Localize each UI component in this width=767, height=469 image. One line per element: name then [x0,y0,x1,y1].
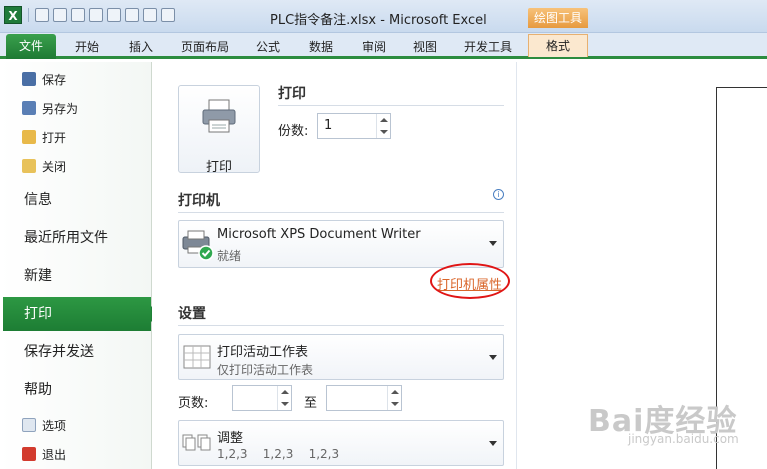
tab-insert[interactable]: 插入 [120,37,162,57]
redo-icon[interactable] [71,8,85,22]
select-objects-icon[interactable] [107,8,121,22]
printer-name: Microsoft XPS Document Writer [217,227,421,242]
open-label: 打开 [42,130,67,145]
pages-from-spin-arrows[interactable] [277,386,291,410]
pages-to-spinner[interactable] [326,385,402,411]
options-command[interactable]: 选项 [22,415,66,435]
print-settings-panel: 打印 打印 份数: 1 打印机 i Microsoft XPS Document… [152,62,517,469]
close-command[interactable]: 关闭 [22,156,66,176]
highlight-circle [430,263,510,299]
printer-icon [202,99,236,133]
nav-recent[interactable]: 最近所用文件 [3,221,149,255]
tab-data[interactable]: 数据 [301,37,341,57]
collate-subtitle: 1,2,3 1,2,3 1,2,3 [217,447,340,461]
backstage-nav: 保存 另存为 打开 关闭 信息 最近所用文件 新建 打印 保存并发送 帮助 选项… [0,62,159,469]
excel-logo-icon[interactable]: X [4,6,22,24]
camera-icon[interactable] [143,8,157,22]
ribbon-tab-bar: 文件 开始 插入 页面布局 公式 数据 审阅 视图 开发工具 格式 [0,33,767,59]
info-icon[interactable]: i [493,189,504,200]
nav-new[interactable]: 新建 [3,259,149,293]
collate-title: 调整 [217,431,244,446]
tab-page-layout[interactable]: 页面布局 [175,37,235,57]
baidu-watermark-url: jingyan.baidu.com [628,432,739,446]
copies-spin-arrows[interactable] [376,114,390,138]
nav-help[interactable]: 帮助 [3,373,149,407]
save-as-icon [22,101,36,115]
copies-label: 份数: [278,124,309,139]
tab-developer[interactable]: 开发工具 [458,37,518,57]
pages-label: 页数: [178,396,209,411]
collate-icon [182,434,211,451]
window-title: PLC指令备注.xlsx - Microsoft Excel [270,13,487,28]
exit-label: 退出 [42,447,67,462]
save-as-label: 另存为 [42,101,79,116]
save-icon [22,72,36,86]
print-divider [278,105,504,106]
settings-divider [178,325,504,326]
options-icon [22,418,36,432]
open-command[interactable]: 打开 [22,127,66,147]
exit-icon [22,447,36,461]
print-scope-select[interactable]: 打印活动工作表 仅打印活动工作表 [178,334,504,380]
close-folder-icon [22,159,36,173]
tab-review[interactable]: 审阅 [354,37,394,57]
printer-select[interactable]: Microsoft XPS Document Writer 就绪 [178,220,504,268]
worksheet-icon [183,345,211,369]
excel-window: X PLC指令备注.xlsx - Microsoft Excel 绘图工具 文件… [0,0,767,469]
pages-to-spin-arrows[interactable] [387,386,401,410]
nav-save-send[interactable]: 保存并发送 [3,335,149,369]
pages-to-label: 至 [304,396,318,411]
save-as-command[interactable]: 另存为 [22,98,78,118]
chevron-down-icon [489,241,497,246]
nav-print[interactable]: 打印 [3,297,159,331]
save-label: 保存 [42,72,67,87]
customize-toolbar-icon[interactable] [161,8,175,22]
print-button-label: 打印 [205,160,232,175]
print-scope-subtitle: 仅打印活动工作表 [217,363,314,377]
chevron-down-icon [489,355,497,360]
tab-format[interactable]: 格式 [528,34,588,57]
print-section-title: 打印 [278,86,306,102]
tab-view[interactable]: 视图 [405,37,445,57]
exit-command[interactable]: 退出 [22,444,66,464]
drawing-tools-context-label: 绘图工具 [528,8,588,28]
copies-value: 1 [324,118,333,133]
title-bar: X PLC指令备注.xlsx - Microsoft Excel 绘图工具 [0,0,767,33]
settings-section-title: 设置 [178,306,206,322]
printer-section-title: 打印机 [178,193,220,209]
printer-status: 就绪 [217,249,242,263]
printer-ready-icon [182,230,214,261]
save-icon[interactable] [35,8,49,22]
close-label: 关闭 [42,159,67,174]
eraser-icon[interactable] [125,8,139,22]
undo-icon[interactable] [53,8,67,22]
nav-info[interactable]: 信息 [3,183,149,217]
tab-formulas[interactable]: 公式 [248,37,288,57]
open-folder-icon [22,130,36,144]
save-command[interactable]: 保存 [22,69,66,89]
toolbar-separator [28,8,29,22]
chevron-down-icon [489,441,497,446]
printer-divider [178,212,504,213]
pointer-icon[interactable] [89,8,103,22]
tab-file[interactable]: 文件 [6,34,56,59]
collate-select[interactable]: 调整 1,2,3 1,2,3 1,2,3 [178,420,504,466]
copies-spinner[interactable]: 1 [317,113,391,139]
pages-from-spinner[interactable] [232,385,292,411]
tab-home[interactable]: 开始 [66,37,108,57]
options-label: 选项 [42,418,67,433]
print-button[interactable]: 打印 [178,85,260,175]
quick-access-toolbar: X [4,6,175,24]
print-scope-title: 打印活动工作表 [217,345,309,360]
